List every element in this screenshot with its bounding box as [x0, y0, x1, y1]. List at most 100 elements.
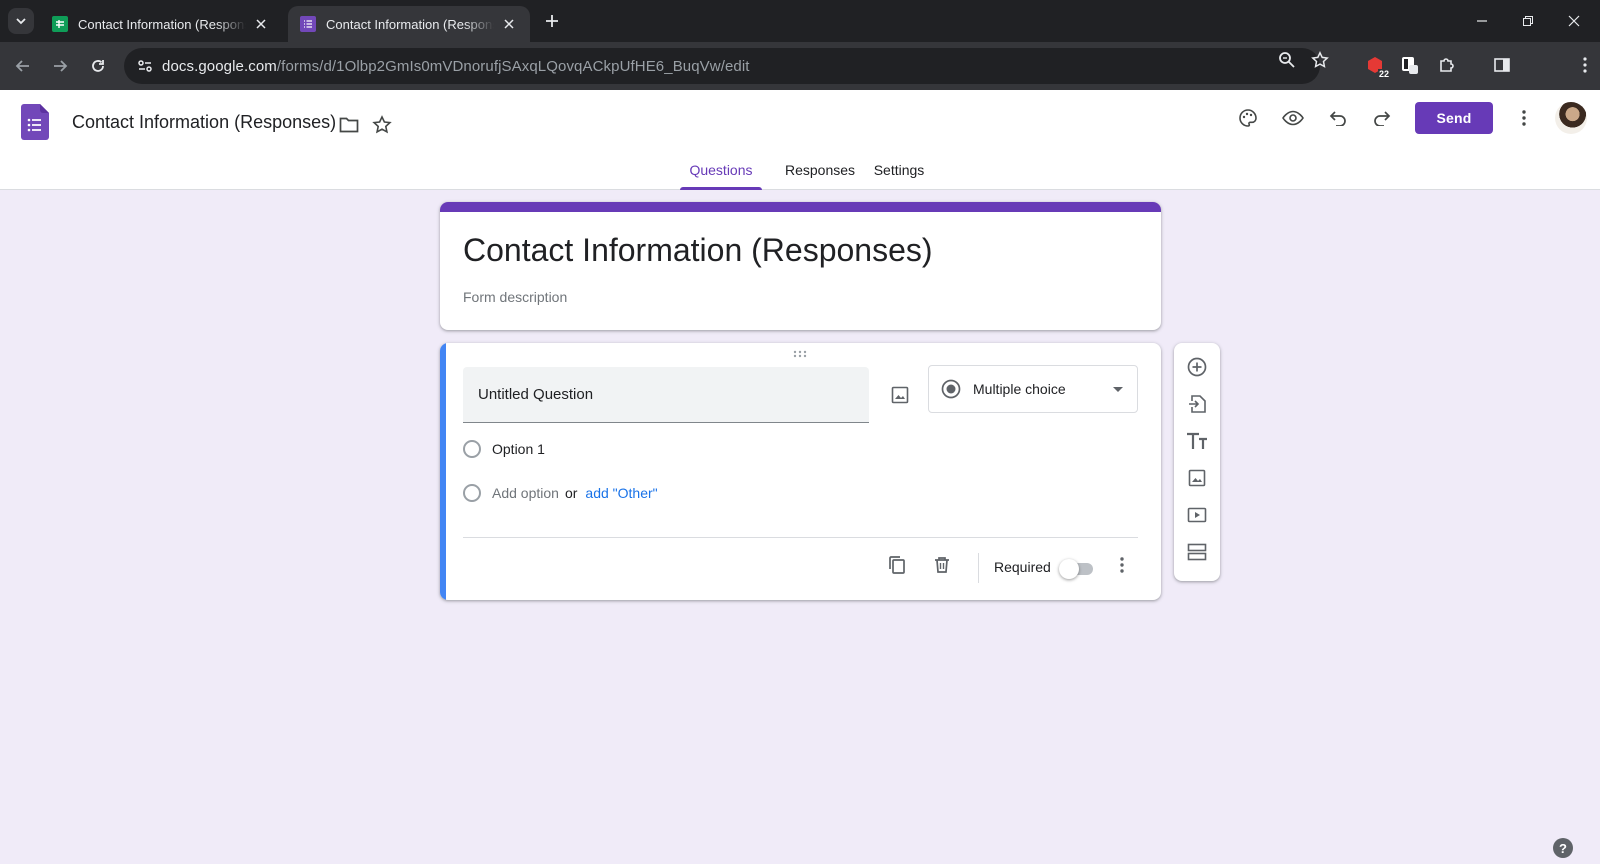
- required-label: Required: [994, 559, 1051, 575]
- zoom-icon[interactable]: [1277, 50, 1297, 70]
- radio-button-checked-icon: [941, 379, 961, 399]
- copy-icon: [889, 556, 905, 574]
- browser-tab-bar: Contact Information (Responses) Contact …: [0, 0, 1600, 42]
- question-more-options-icon[interactable]: [1108, 551, 1136, 579]
- more-options-icon[interactable]: [1511, 105, 1537, 131]
- document-title[interactable]: Contact Information (Responses): [72, 112, 336, 133]
- preview-eye-icon[interactable]: [1280, 105, 1306, 131]
- google-forms-logo-icon[interactable]: [21, 104, 49, 140]
- form-title-card[interactable]: Contact Information (Responses) Form des…: [440, 202, 1161, 330]
- text-title-icon: [1187, 432, 1207, 449]
- redo-icon[interactable]: [1369, 105, 1395, 131]
- extension-badge: 22: [1377, 69, 1390, 79]
- add-image-button[interactable]: [882, 377, 918, 413]
- minimize-icon: [1477, 20, 1487, 22]
- footer-separator: [978, 553, 979, 583]
- restore-window-button[interactable]: [1516, 9, 1540, 33]
- tab-questions[interactable]: Questions: [680, 150, 762, 190]
- site-info-icon[interactable]: [128, 58, 162, 74]
- title-card-accent: [440, 202, 1161, 212]
- url-host: docs.google.com: [162, 57, 277, 75]
- arrow-back-icon: [15, 60, 29, 72]
- radio-icon: [463, 484, 481, 502]
- chevron-down-icon: [16, 18, 26, 25]
- close-tab-icon[interactable]: [252, 15, 270, 33]
- extension-icon[interactable]: [1397, 52, 1423, 78]
- url-path: /forms/d/1Olbp2GmIs0mVDnorufjSAxqLQovqAC…: [276, 57, 750, 75]
- extensions-puzzle-icon[interactable]: [1434, 52, 1460, 78]
- image-icon: [891, 386, 909, 404]
- new-tab-button[interactable]: [542, 11, 562, 31]
- close-tab-icon[interactable]: [500, 15, 518, 33]
- toggle-thumb: [1059, 559, 1079, 579]
- delete-question-button[interactable]: [928, 551, 956, 579]
- add-circle-icon: [1187, 357, 1207, 377]
- tab-responses[interactable]: Responses: [770, 150, 870, 190]
- send-button[interactable]: Send: [1415, 102, 1493, 134]
- tab-settings[interactable]: Settings: [856, 150, 942, 190]
- add-question-button[interactable]: [1183, 353, 1211, 381]
- google-sheets-icon: [52, 16, 68, 32]
- add-option-row: Add option or add "Other": [463, 484, 658, 502]
- close-icon: [1568, 15, 1580, 27]
- restore-icon: [1523, 16, 1533, 26]
- question-title-input[interactable]: Untitled Question: [463, 367, 869, 423]
- add-other-link[interactable]: add "Other": [585, 485, 657, 501]
- plus-icon: [546, 15, 558, 27]
- tab-search-button[interactable]: [8, 8, 34, 34]
- option-row[interactable]: Option 1: [463, 440, 545, 458]
- add-section-button[interactable]: [1183, 538, 1211, 566]
- reload-icon: [92, 60, 104, 72]
- trash-icon: [935, 557, 949, 573]
- close-window-button[interactable]: [1562, 9, 1586, 33]
- help-icon[interactable]: ?: [1553, 838, 1573, 858]
- reload-button[interactable]: [84, 52, 112, 80]
- url-text: docs.google.com/forms/d/1Olbp2GmIs0mVDno…: [162, 58, 750, 75]
- form-title[interactable]: Contact Information (Responses): [463, 232, 933, 269]
- minimize-window-button[interactable]: [1470, 9, 1494, 33]
- address-bar[interactable]: docs.google.com/forms/d/1Olbp2GmIs0mVDno…: [124, 48, 1320, 84]
- bookmark-star-icon[interactable]: [1310, 50, 1330, 70]
- browser-tab-sheets[interactable]: Contact Information (Responses): [40, 6, 282, 42]
- move-to-folder-icon[interactable]: [336, 112, 362, 138]
- extension-adblock-icon[interactable]: 22: [1362, 52, 1390, 79]
- duplicate-question-button[interactable]: [883, 551, 911, 579]
- floating-toolbar: [1174, 343, 1220, 581]
- required-toggle[interactable]: [1059, 557, 1095, 579]
- dropdown-arrow-icon: [1113, 387, 1123, 392]
- question-footer-divider: [463, 537, 1138, 538]
- customize-theme-palette-icon[interactable]: [1235, 105, 1261, 131]
- or-text: or: [564, 485, 578, 501]
- question-type-dropdown[interactable]: Multiple choice: [928, 365, 1138, 413]
- import-questions-button[interactable]: [1183, 390, 1211, 418]
- back-button[interactable]: [9, 52, 37, 80]
- add-video-button[interactable]: [1183, 501, 1211, 529]
- forms-header: Contact Information (Responses) Send Que…: [0, 90, 1600, 190]
- side-panel-icon[interactable]: [1489, 52, 1515, 78]
- undo-icon[interactable]: [1325, 105, 1351, 131]
- form-tabs: Questions Responses Settings: [0, 150, 1600, 190]
- import-icon: [1189, 395, 1206, 413]
- option-label[interactable]: Option 1: [492, 441, 545, 457]
- browser-tab-forms[interactable]: Contact Information (Responses): [288, 6, 530, 42]
- image-icon: [1188, 469, 1206, 487]
- account-avatar[interactable]: [1555, 102, 1587, 134]
- add-option-button[interactable]: Add option: [492, 485, 559, 501]
- question-card[interactable]: Untitled Question Multiple choice Option…: [440, 343, 1161, 600]
- section-icon: [1187, 543, 1207, 561]
- arrow-forward-icon: [54, 60, 68, 72]
- add-title-description-button[interactable]: [1183, 427, 1211, 455]
- form-description-field[interactable]: Form description: [463, 289, 567, 305]
- radio-icon: [463, 440, 481, 458]
- active-question-indicator: [440, 343, 446, 600]
- browser-menu-icon[interactable]: [1572, 52, 1598, 78]
- tab-title: Contact Information (Responses): [78, 16, 246, 32]
- add-image-side-button[interactable]: [1183, 464, 1211, 492]
- google-forms-icon: [300, 16, 316, 32]
- video-icon: [1187, 507, 1207, 523]
- question-type-label: Multiple choice: [973, 381, 1066, 397]
- star-icon[interactable]: [369, 112, 395, 138]
- forward-button[interactable]: [46, 52, 74, 80]
- drag-handle-icon[interactable]: [792, 349, 808, 359]
- tab-title: Contact Information (Responses): [326, 16, 494, 32]
